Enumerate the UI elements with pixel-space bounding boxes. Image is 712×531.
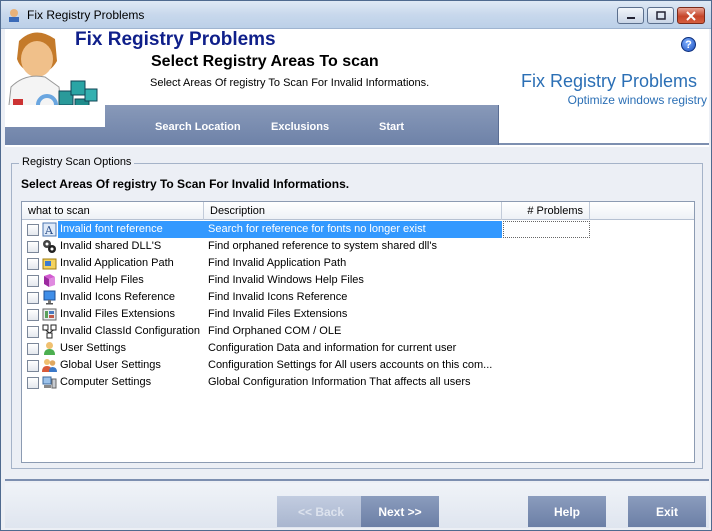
list-item[interactable]: Computer Settings Global Configuration I…: [22, 374, 694, 391]
row-checkbox[interactable]: [27, 377, 39, 389]
app-window: Fix Registry Problems Fix Registry Probl…: [0, 0, 712, 531]
row-checkbox[interactable]: [27, 343, 39, 355]
row-checkbox[interactable]: [27, 309, 39, 321]
row-description: Search for reference for fonts no longer…: [208, 223, 426, 235]
computer-icon: [42, 376, 57, 389]
row-checkbox[interactable]: [27, 326, 39, 338]
row-name: Global User Settings: [60, 359, 161, 371]
wizard-header: Fix Registry Problems Select Registry Ar…: [5, 29, 709, 147]
brand-title: Fix Registry Problems: [520, 71, 697, 91]
maximize-icon: [655, 11, 666, 20]
row-checkbox[interactable]: [27, 258, 39, 270]
monitor-icon: [43, 290, 56, 305]
list-item[interactable]: Invalid ClassId Configuration Find Orpha…: [22, 323, 694, 340]
folder-app-icon: [42, 258, 57, 270]
row-description: Find Invalid Windows Help Files: [208, 274, 364, 286]
column-what-to-scan[interactable]: what to scan: [22, 202, 204, 220]
list-item[interactable]: A Invalid font reference Search for refe…: [22, 221, 694, 238]
row-name: Invalid Application Path: [60, 257, 174, 269]
column-problems[interactable]: # Problems: [502, 202, 590, 220]
row-checkbox[interactable]: [27, 275, 39, 287]
row-description: Find Orphaned COM / OLE: [208, 325, 342, 337]
svg-text:A: A: [44, 224, 54, 237]
list-item[interactable]: User Settings Configuration Data and inf…: [22, 340, 694, 357]
list-header: what to scan Description # Problems: [22, 202, 694, 220]
list-item[interactable]: Invalid Files Extensions Find Invalid Fi…: [22, 306, 694, 323]
brand-subtitle: Optimize windows registry: [567, 93, 707, 107]
users-icon: [42, 359, 57, 372]
group-legend: Registry Scan Options: [19, 156, 135, 168]
header-divider: [499, 143, 709, 145]
exit-button[interactable]: Exit: [628, 496, 706, 527]
row-description: Global Configuration Information That af…: [208, 376, 471, 388]
row-checkbox[interactable]: [27, 292, 39, 304]
network-icon: [42, 324, 57, 339]
footer-divider: [5, 479, 709, 481]
minimize-button[interactable]: [617, 7, 644, 24]
scan-areas-list[interactable]: what to scan Description # Problems A In…: [21, 201, 695, 463]
close-icon: [686, 10, 696, 21]
row-name: Invalid Help Files: [60, 274, 144, 286]
app-icon: [9, 9, 19, 22]
tab-search-location[interactable]: Search Location: [155, 121, 241, 133]
minimize-icon: [626, 16, 635, 19]
file-ext-icon: [42, 308, 57, 321]
row-checkbox[interactable]: [27, 241, 39, 253]
row-name: Invalid Files Extensions: [60, 308, 175, 320]
row-description: Configuration Data and information for c…: [208, 342, 457, 354]
tab-start[interactable]: Start: [379, 121, 404, 133]
window-title: Fix Registry Problems: [27, 8, 145, 22]
maximize-button[interactable]: [647, 7, 674, 24]
page-subtitle: Select Areas Of registry To Scan For Inv…: [150, 77, 430, 89]
back-button[interactable]: << Back: [277, 496, 365, 527]
user-icon: [44, 342, 55, 355]
row-name: Invalid ClassId Configuration: [60, 325, 201, 337]
column-description[interactable]: Description: [204, 202, 502, 220]
app-name: Fix Registry Problems: [75, 29, 276, 50]
row-checkbox[interactable]: [27, 224, 39, 236]
row-name: Invalid Icons Reference: [60, 291, 175, 303]
gears-icon: [43, 240, 56, 253]
next-button[interactable]: Next >>: [361, 496, 439, 527]
row-description: Find Invalid Icons Reference: [208, 291, 348, 303]
list-rows: A Invalid font reference Search for refe…: [22, 221, 694, 391]
instruction-text: Select Areas Of registry To Scan For Inv…: [21, 177, 350, 191]
page-title: Select Registry Areas To scan: [151, 53, 379, 70]
row-name: User Settings: [60, 342, 127, 354]
list-item[interactable]: Invalid Help Files Find Invalid Windows …: [22, 272, 694, 289]
list-item[interactable]: Global User Settings Configuration Setti…: [22, 357, 694, 374]
help-book-icon: [44, 274, 55, 287]
row-description: Find Invalid Application Path: [208, 257, 347, 269]
list-item[interactable]: Invalid Icons Reference Find Invalid Ico…: [22, 289, 694, 306]
row-name: Invalid font reference: [60, 223, 163, 235]
row-name: Invalid shared DLL'S: [60, 240, 162, 252]
row-checkbox[interactable]: [27, 360, 39, 372]
row-description: Find Invalid Files Extensions: [208, 308, 348, 320]
title-bar[interactable]: Fix Registry Problems: [1, 1, 711, 29]
help-button[interactable]: Help: [528, 496, 606, 527]
close-button[interactable]: [677, 7, 705, 24]
help-icon[interactable]: ?: [681, 37, 696, 52]
list-item[interactable]: Invalid Application Path Find Invalid Ap…: [22, 255, 694, 272]
row-problems-cell: [503, 221, 590, 238]
tab-exclusions[interactable]: Exclusions: [271, 121, 329, 133]
row-name: Computer Settings: [60, 376, 152, 388]
row-description: Find orphaned reference to system shared…: [208, 240, 437, 252]
wizard-steps-bar: Search Location Exclusions Start: [5, 105, 499, 145]
list-item[interactable]: Invalid shared DLL'S Find orphaned refer…: [22, 238, 694, 255]
font-icon: A: [42, 222, 57, 237]
row-description: Configuration Settings for All users acc…: [208, 359, 493, 371]
